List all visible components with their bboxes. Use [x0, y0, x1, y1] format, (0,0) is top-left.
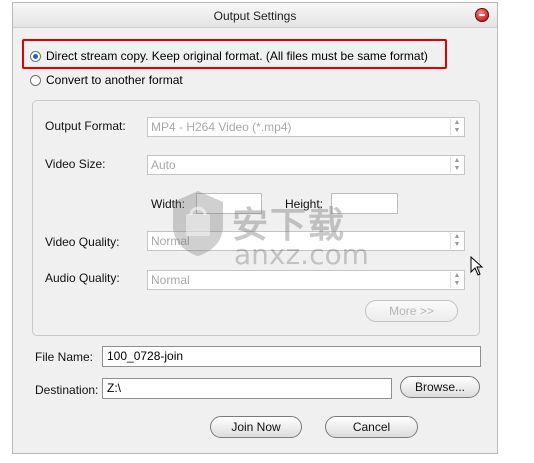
height-input[interactable] — [331, 193, 398, 214]
convert-label: Convert to another format — [46, 73, 183, 87]
width-label: Width: — [151, 197, 186, 211]
spinner-arrows-icon: ▲ ▼ — [450, 157, 463, 173]
audio-quality-value: Normal — [151, 273, 190, 287]
direct-copy-option[interactable]: Direct stream copy. Keep original format… — [30, 49, 428, 63]
destination-label: Destination: — [35, 383, 99, 397]
audio-quality-label: Audio Quality: — [45, 271, 120, 285]
direct-copy-label: Direct stream copy. Keep original format… — [46, 49, 428, 63]
video-quality-select[interactable]: Normal ▲ ▼ — [147, 231, 465, 251]
video-quality-value: Normal — [151, 234, 190, 248]
title-bar: Output Settings — [13, 3, 497, 28]
convert-radio[interactable] — [30, 74, 41, 86]
output-format-label: Output Format: — [45, 119, 126, 133]
height-label: Height: — [285, 197, 324, 211]
video-size-value: Auto — [151, 158, 176, 172]
join-now-button[interactable]: Join Now — [210, 416, 302, 438]
video-size-select[interactable]: Auto ▲ ▼ — [147, 155, 465, 175]
window-title: Output Settings — [213, 9, 297, 23]
convert-option[interactable]: Convert to another format — [30, 73, 183, 87]
more-button[interactable]: More >> — [365, 300, 458, 322]
mouse-pointer-icon — [470, 256, 484, 276]
width-input[interactable] — [196, 193, 262, 214]
audio-quality-select[interactable]: Normal ▲ ▼ — [147, 270, 465, 290]
destination-input[interactable]: Z:\ — [102, 378, 392, 399]
file-name-input[interactable]: 100_0728-join — [102, 346, 481, 367]
spinner-arrows-icon: ▲ ▼ — [450, 272, 463, 288]
direct-copy-radio[interactable] — [30, 50, 41, 62]
video-size-label: Video Size: — [45, 157, 106, 171]
spinner-arrows-icon: ▲ ▼ — [450, 233, 463, 249]
file-name-label: File Name: — [35, 350, 94, 364]
cancel-button[interactable]: Cancel — [325, 416, 418, 438]
video-quality-label: Video Quality: — [45, 235, 120, 249]
close-icon[interactable] — [475, 8, 489, 22]
output-format-select[interactable]: MP4 - H264 Video (*.mp4) ▲ ▼ — [147, 117, 465, 137]
spinner-arrows-icon: ▲ ▼ — [450, 119, 463, 135]
browse-button[interactable]: Browse... — [400, 376, 480, 398]
output-format-value: MP4 - H264 Video (*.mp4) — [151, 120, 292, 134]
